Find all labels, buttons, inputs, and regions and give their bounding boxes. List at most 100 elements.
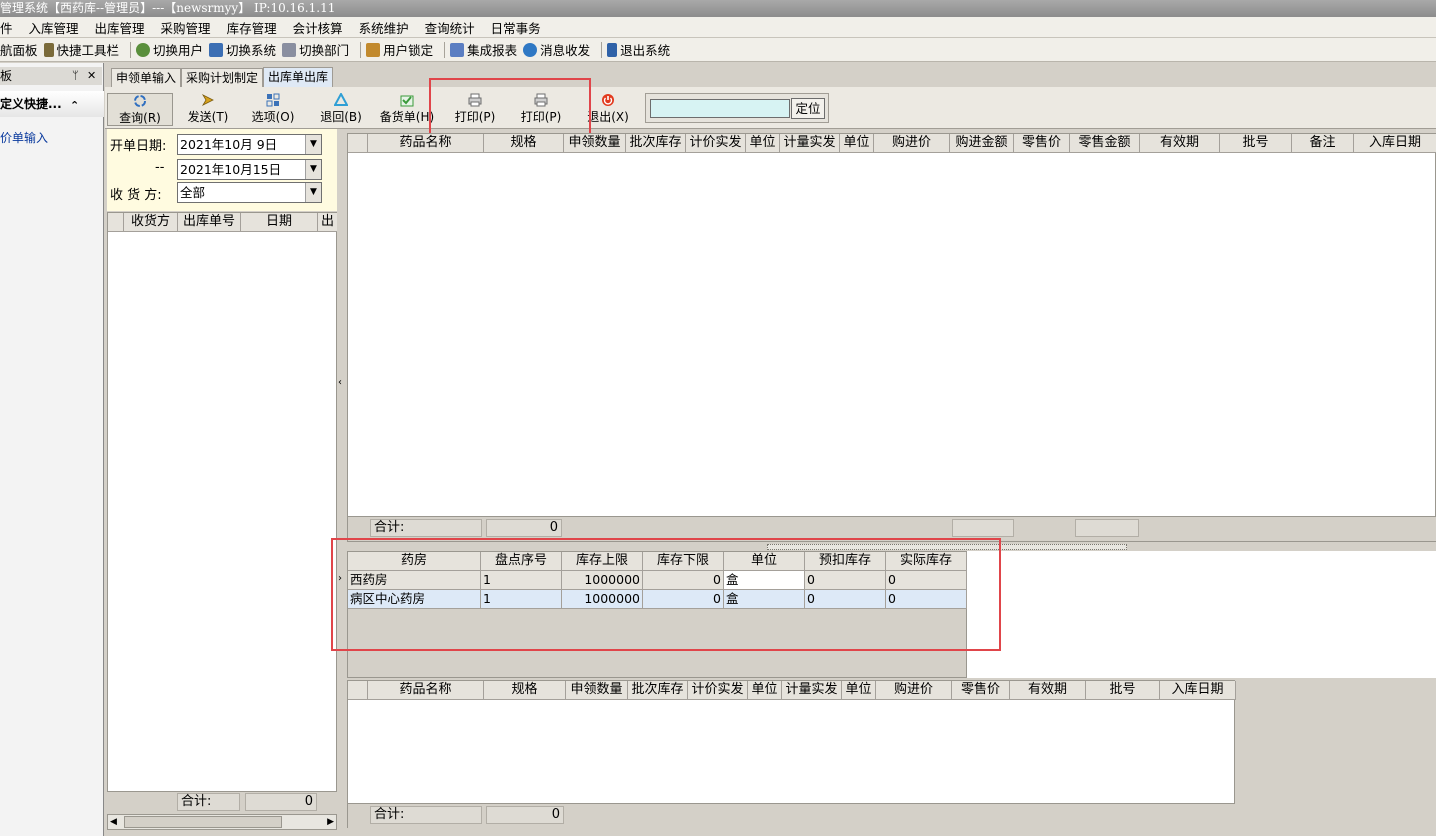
- exit-system-button[interactable]: 退出系统: [607, 40, 670, 59]
- pin-icon[interactable]: ᛘ: [72, 67, 79, 85]
- tab-requisition-entry[interactable]: 申领单输入: [111, 68, 182, 87]
- col-purchase-price[interactable]: 购进价: [874, 134, 950, 153]
- scroll-right-icon[interactable]: ▶: [327, 815, 334, 829]
- bcol-inbound-date[interactable]: 入库日期: [1160, 681, 1236, 700]
- chevron-down-icon[interactable]: ▼: [305, 160, 321, 179]
- col-remark[interactable]: 备注: [1292, 134, 1354, 153]
- divider: [360, 41, 362, 58]
- grid-header-date[interactable]: 日期: [241, 213, 318, 232]
- horizontal-scrollbar[interactable]: ◀ ▶: [107, 814, 337, 830]
- col-unit[interactable]: 单位: [746, 134, 780, 153]
- col-measured-issue[interactable]: 计量实发: [780, 134, 840, 153]
- quick-toolbar: 航面板 快捷工具栏 切换用户 切换系统 切换部门 用户锁定 集成报表 消息收发 …: [0, 38, 1436, 62]
- bcol-retail-price[interactable]: 零售价: [952, 681, 1010, 700]
- col-request-qty[interactable]: 申领数量: [564, 134, 626, 153]
- power-icon: [601, 93, 615, 107]
- menu-inbound[interactable]: 入库管理: [29, 18, 79, 37]
- col-drug-name[interactable]: 药品名称: [368, 134, 484, 153]
- menu-query[interactable]: 查询统计: [425, 18, 475, 37]
- vertical-splitter[interactable]: ‹ ›: [337, 129, 347, 829]
- nav-item-price-entry[interactable]: 价单输入: [0, 129, 48, 146]
- switch-user-button[interactable]: 切换用户: [136, 40, 203, 59]
- grid-header-out[interactable]: 出: [318, 213, 338, 232]
- scroll-thumb[interactable]: [124, 816, 282, 828]
- grid-header-indicator: [348, 134, 368, 153]
- bcol-request-qty[interactable]: 申领数量: [566, 681, 628, 700]
- switch-dept-icon: [282, 42, 297, 57]
- report-button[interactable]: 集成报表: [450, 40, 517, 59]
- receiver-label: 收 货 方:: [110, 188, 162, 203]
- switch-dept-button[interactable]: 切换部门: [282, 40, 349, 59]
- order-list-grid: 收货方 出库单号 日期 出: [107, 212, 338, 792]
- locate-button[interactable]: 定位: [791, 98, 825, 119]
- col-unit-2[interactable]: 单位: [840, 134, 874, 153]
- send-button[interactable]: 发送(T): [179, 93, 237, 126]
- chevron-down-icon[interactable]: ▼: [305, 135, 321, 154]
- menu-purchase[interactable]: 采购管理: [161, 18, 211, 37]
- col-retail-amount[interactable]: 零售金额: [1070, 134, 1140, 153]
- menu-system[interactable]: 系统维护: [359, 18, 409, 37]
- grid-header-order-no[interactable]: 出库单号: [178, 213, 241, 232]
- date-to-picker[interactable]: 2021年10月15日 ▼: [177, 159, 322, 180]
- tab-purchase-plan[interactable]: 采购计划制定: [181, 68, 264, 87]
- switch-system-button[interactable]: 切换系统: [209, 40, 276, 59]
- menu-outbound[interactable]: 出库管理: [95, 18, 145, 37]
- window-title: 管理系统【西药库--管理员】---【newsrmyy】 IP:10.16.1.1…: [0, 0, 1436, 17]
- date-separator: --: [155, 160, 165, 175]
- switch-system-icon: [209, 42, 224, 57]
- chevron-down-icon[interactable]: ▼: [305, 183, 321, 202]
- lock-user-button[interactable]: 用户锁定: [366, 40, 433, 59]
- recycle-icon: [333, 91, 349, 107]
- col-purchase-amount[interactable]: 购进金额: [950, 134, 1014, 153]
- message-button[interactable]: 消息收发: [523, 40, 590, 59]
- col-priced-issue[interactable]: 计价实发: [686, 134, 746, 153]
- col-batch-stock[interactable]: 批次库存: [626, 134, 686, 153]
- switch-user-icon: [136, 42, 151, 57]
- scroll-left-icon[interactable]: ◀: [110, 815, 117, 829]
- locate-input[interactable]: [650, 99, 790, 118]
- close-icon[interactable]: ✕: [87, 67, 96, 85]
- bcol-priced-issue[interactable]: 计价实发: [688, 681, 748, 700]
- filter-panel: 开单日期: 2021年10月 9日 ▼ -- 2021年10月15日 ▼ 收 货 方…: [107, 129, 337, 211]
- options-button[interactable]: 选项(O): [245, 93, 301, 126]
- bcol-expiry[interactable]: 有效期: [1010, 681, 1086, 700]
- quick-toolbar-toggle[interactable]: 快捷工具栏: [43, 40, 119, 59]
- locate-box: 定位: [645, 93, 829, 123]
- bcol-unit-2[interactable]: 单位: [842, 681, 876, 700]
- bcol-measured-issue[interactable]: 计量实发: [782, 681, 842, 700]
- bcol-batch-no[interactable]: 批号: [1086, 681, 1160, 700]
- menu-stock[interactable]: 库存管理: [227, 18, 277, 37]
- query-button[interactable]: 查询(R): [107, 93, 173, 126]
- summary-purchase-amount: [952, 519, 1014, 537]
- grid-header-indicator: [348, 681, 368, 700]
- exit-icon: [607, 42, 618, 57]
- quick-panel[interactable]: 航面板: [0, 40, 38, 59]
- options-icon: [266, 93, 280, 107]
- receiver-select[interactable]: 全部 ▼: [177, 182, 322, 203]
- menu-daily[interactable]: 日常事务: [491, 18, 541, 37]
- date-from-picker[interactable]: 2021年10月 9日 ▼: [177, 134, 322, 155]
- col-batch-no[interactable]: 批号: [1220, 134, 1292, 153]
- col-spec[interactable]: 规格: [484, 134, 564, 153]
- bcol-batch-stock[interactable]: 批次库存: [628, 681, 688, 700]
- summary-value: 0: [486, 519, 562, 537]
- refresh-icon: [133, 94, 147, 108]
- picking-list-button[interactable]: 备货单(H): [377, 93, 437, 126]
- divider: [601, 41, 603, 58]
- bcol-purchase-price[interactable]: 购进价: [876, 681, 952, 700]
- grid-header-receiver[interactable]: 收货方: [124, 213, 178, 232]
- bcol-spec[interactable]: 规格: [484, 681, 566, 700]
- menu-accounting[interactable]: 会计核算: [293, 18, 343, 37]
- nav-group-shortcuts[interactable]: 定义快捷... ⌃: [0, 91, 104, 117]
- menu-file[interactable]: 件: [0, 18, 13, 37]
- col-retail-price[interactable]: 零售价: [1014, 134, 1070, 153]
- tab-outbound[interactable]: 出库单出库: [263, 67, 334, 87]
- collapse-icon[interactable]: ⌃: [70, 93, 79, 117]
- bcol-drug-name[interactable]: 药品名称: [368, 681, 484, 700]
- collapse-left-icon[interactable]: ‹: [338, 377, 342, 388]
- col-inbound-date[interactable]: 入库日期: [1354, 134, 1436, 153]
- col-expiry[interactable]: 有效期: [1140, 134, 1220, 153]
- message-icon: [523, 42, 538, 57]
- return-button[interactable]: 退回(B): [313, 91, 369, 126]
- bcol-unit[interactable]: 单位: [748, 681, 782, 700]
